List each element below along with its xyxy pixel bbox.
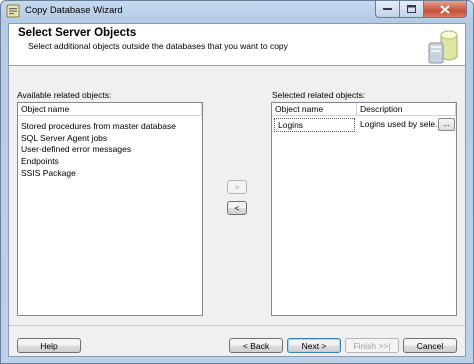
available-object-name-header[interactable]: Object name <box>18 103 202 116</box>
list-item[interactable]: Endpoints <box>21 156 176 168</box>
available-objects-label: Available related objects: <box>17 90 112 100</box>
cancel-button[interactable]: Cancel <box>403 338 457 353</box>
close-icon <box>440 4 450 14</box>
minimize-icon <box>383 8 392 10</box>
table-cell-object-name[interactable]: Logins <box>274 118 355 132</box>
list-item[interactable]: SQL Server Agent jobs <box>21 133 176 145</box>
selected-objects-grid[interactable]: Object name Description Logins Logins us… <box>271 102 457 316</box>
back-button[interactable]: < Back <box>229 338 283 353</box>
list-item[interactable]: User-defined error messages <box>21 144 176 156</box>
table-cell-description[interactable]: Logins used by sele... <box>357 118 439 132</box>
selected-object-name-header[interactable]: Object name <box>272 103 357 116</box>
browse-logins-button[interactable]: ... <box>438 118 455 131</box>
page-subtitle: Select additional objects outside the da… <box>28 41 288 51</box>
remove-object-button[interactable]: < <box>227 201 247 215</box>
finish-button[interactable]: Finish >>| <box>345 338 399 353</box>
page-title: Select Server Objects <box>18 27 137 39</box>
caption-buttons <box>375 1 467 19</box>
wizard-header: Select Server Objects Select additional … <box>9 24 465 66</box>
next-button[interactable]: Next > <box>287 338 341 353</box>
help-button[interactable]: Help <box>17 338 81 353</box>
add-object-button[interactable]: > <box>227 180 247 194</box>
window-title: Copy Database Wizard <box>25 5 123 16</box>
selected-objects-label: Selected related objects: <box>272 90 366 100</box>
available-items: Stored procedures from master database SQ… <box>21 121 176 179</box>
copy-database-wizard-window: Copy Database Wizard Select Server Objec… <box>0 0 474 364</box>
database-graphic-icon <box>427 27 463 67</box>
selected-description-header[interactable]: Description <box>357 103 456 116</box>
maximize-icon <box>407 5 416 13</box>
wizard-body: Select Server Objects Select additional … <box>8 23 466 357</box>
database-wizard-icon <box>6 4 20 18</box>
close-button[interactable] <box>424 1 467 18</box>
title-bar[interactable]: Copy Database Wizard <box>1 1 473 22</box>
list-item[interactable]: SSIS Package <box>21 168 176 180</box>
available-objects-list[interactable]: Object name Stored procedures from maste… <box>17 102 203 316</box>
footer-divider <box>9 325 465 326</box>
maximize-button[interactable] <box>400 1 424 18</box>
list-item[interactable]: Stored procedures from master database <box>21 121 176 133</box>
minimize-button[interactable] <box>375 1 400 18</box>
